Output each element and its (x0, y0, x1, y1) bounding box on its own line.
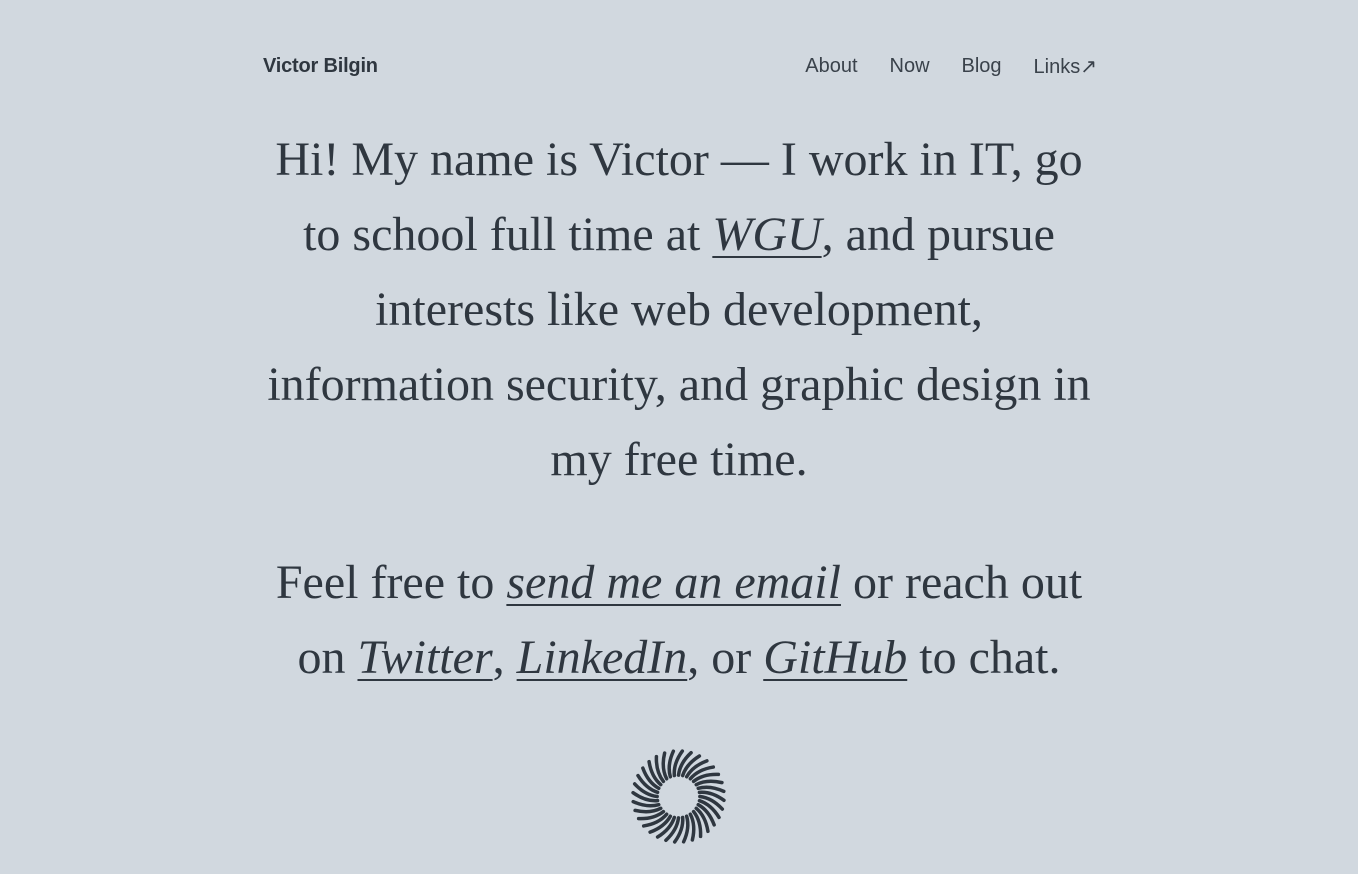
sunburst-ray (661, 751, 669, 781)
wgu-link[interactable]: WGU (712, 208, 821, 261)
github-link[interactable]: GitHub (763, 631, 907, 684)
site-name-link[interactable]: Victor Bilgin (263, 55, 378, 78)
contact-sep-1: , (492, 631, 517, 684)
sunburst-ray (633, 806, 663, 814)
main-nav: About Now Blog Links↗ (805, 54, 1097, 79)
nav-blog[interactable]: Blog (962, 55, 1002, 78)
contact-text-3: to chat. (907, 631, 1061, 684)
site-header: Victor Bilgin About Now Blog Links↗ (263, 50, 1097, 82)
nav-about[interactable]: About (805, 55, 857, 78)
sunburst-ray (688, 812, 696, 842)
contact-paragraph: Feel free to send me an email or reach o… (263, 545, 1095, 695)
twitter-link[interactable]: Twitter (357, 631, 492, 684)
email-link[interactable]: send me an email (506, 556, 841, 609)
intro-paragraph: Hi! My name is Victor — I work in IT, go… (263, 122, 1095, 497)
sunburst-ray (694, 779, 724, 787)
contact-text-1: Feel free to (275, 556, 507, 609)
nav-now[interactable]: Now (890, 55, 930, 78)
nav-links[interactable]: Links↗ (1034, 54, 1097, 79)
main-content: Hi! My name is Victor — I work in IT, go… (263, 122, 1095, 695)
linkedin-link[interactable]: LinkedIn (517, 631, 688, 684)
sunburst-icon (631, 749, 726, 844)
contact-sep-2: , or (687, 631, 764, 684)
